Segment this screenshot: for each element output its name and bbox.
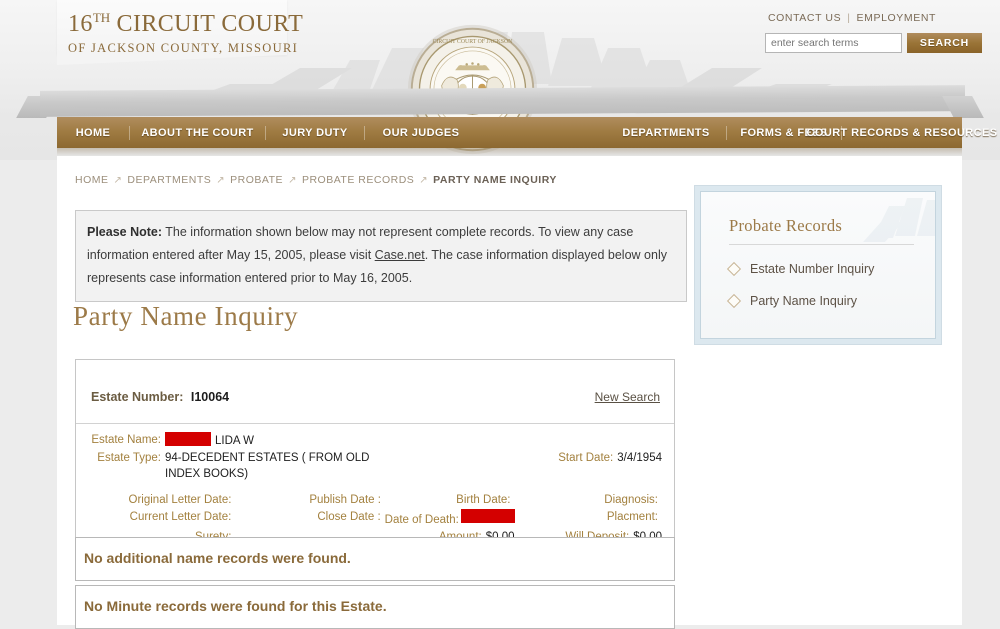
start-date-label: Start Date: bbox=[558, 452, 614, 464]
logo-title-rest: CIRCUIT COURT bbox=[110, 11, 304, 37]
estate-details: Estate Name: LIDA W Estate Type: 94-DECE… bbox=[76, 424, 674, 552]
nav-item-home[interactable]: HOME bbox=[57, 117, 129, 148]
birth-date-label: Birth Date: bbox=[456, 494, 511, 506]
breadcrumb: HOME ↗ DEPARTMENTS ↗ PROBATE ↗ PROBATE RECORDS… bbox=[75, 174, 557, 186]
svg-text:CIRCUIT COURT OF JACKSON: CIRCUIT COURT OF JACKSON bbox=[433, 39, 514, 45]
sidebar-link-estate-number-inquiry[interactable]: Estate Number Inquiry bbox=[750, 262, 874, 276]
main-content: HOME ↗ DEPARTMENTS ↗ PROBATE ↗ PROBATE RECORDS… bbox=[57, 156, 962, 629]
nav-link-our-judges[interactable]: OUR JUDGES bbox=[383, 127, 460, 139]
diamond-bullet-icon bbox=[726, 293, 742, 309]
breadcrumb-arrow-icon: ↗ bbox=[288, 175, 297, 186]
nav-item-jury-duty[interactable]: JURY DUTY bbox=[266, 117, 364, 148]
page-title: Party Name Inquiry bbox=[73, 301, 299, 331]
detail-row-estate-type: Estate Type: 94-DECEDENT ESTATES ( FROM … bbox=[76, 450, 674, 482]
estate-type-value: 94-DECEDENT ESTATES ( FROM OLD INDEX BOO… bbox=[165, 452, 370, 480]
sidebar-card-inner: Probate Records Estate Number Inquiry Pa… bbox=[700, 191, 936, 339]
logo-number: 16 bbox=[68, 11, 93, 37]
contact-us-link[interactable]: CONTACT US bbox=[768, 12, 841, 24]
estate-name-label: Estate Name: bbox=[91, 434, 161, 446]
utility-separator: | bbox=[847, 12, 851, 24]
nav-link-court-records-and-resources[interactable]: COURT RECORDS & RESOURCES bbox=[807, 127, 998, 139]
main-navigation: HOME ABOUT THE COURT JURY DUTY OUR JUDGE… bbox=[57, 117, 998, 148]
estate-name-value-wrap: LIDA W bbox=[165, 432, 254, 449]
no-name-records-message: No additional name records were found. bbox=[84, 550, 351, 566]
breadcrumb-item-current: PARTY NAME INQUIRY bbox=[433, 174, 557, 186]
breadcrumb-item-probate-records[interactable]: PROBATE RECORDS bbox=[302, 174, 414, 186]
no-minute-records-message: No Minute records were found for this Es… bbox=[84, 598, 387, 614]
utility-links: CONTACT US | EMPLOYMENT bbox=[722, 0, 982, 24]
start-date-value: 3/4/1954 bbox=[617, 452, 662, 464]
breadcrumb-arrow-icon: ↗ bbox=[216, 175, 226, 186]
detail-row-current-close-death-placment: Current Letter Date: Close Date : Date o… bbox=[76, 509, 674, 528]
detail-row-letter-publish-birth-diagnosis: Original Letter Date: Publish Date : Bir… bbox=[76, 492, 674, 508]
estate-number-display: Estate Number: I10064 bbox=[91, 390, 229, 404]
sidebar-link-party-name-inquiry[interactable]: Party Name Inquiry bbox=[750, 294, 857, 308]
nav-link-home[interactable]: HOME bbox=[76, 127, 111, 139]
breadcrumb-item-probate[interactable]: PROBATE bbox=[230, 174, 283, 186]
placment-label: Placment: bbox=[606, 511, 658, 523]
header-gray-banner bbox=[40, 85, 965, 117]
logo-ordinal-suffix: TH bbox=[92, 10, 111, 25]
case-net-link[interactable]: Case.net bbox=[375, 248, 425, 262]
breadcrumb-item-departments[interactable]: DEPARTMENTS bbox=[127, 174, 211, 186]
redaction-block-estate-name bbox=[165, 432, 211, 446]
estate-number-label: Estate Number: bbox=[91, 390, 184, 404]
page-root: CIRCUIT COURT OF JACKSON 16TH CIRCUIT CO… bbox=[0, 0, 1000, 629]
nav-item-our-judges[interactable]: OUR JUDGES bbox=[365, 117, 477, 148]
date-of-death-label: Date of Death: bbox=[384, 514, 459, 526]
close-date-label: Close Date : bbox=[317, 511, 381, 523]
site-logo[interactable]: 16TH CIRCUIT COURT OF JACKSON COUNTY, MI… bbox=[68, 10, 303, 56]
publish-date-label: Publish Date : bbox=[309, 494, 381, 506]
nav-shadow bbox=[57, 148, 962, 156]
current-letter-date-label: Current Letter Date: bbox=[129, 511, 232, 523]
nav-link-departments[interactable]: DEPARTMENTS bbox=[622, 127, 709, 139]
estate-type-label: Estate Type: bbox=[97, 452, 161, 464]
original-letter-date-label: Original Letter Date: bbox=[128, 494, 232, 506]
redaction-block-date-of-death bbox=[460, 509, 515, 523]
estate-name-value: LIDA W bbox=[215, 435, 254, 447]
search-input[interactable] bbox=[765, 33, 902, 53]
detail-row-estate-name: Estate Name: LIDA W bbox=[76, 432, 674, 449]
estate-number-value: I10064 bbox=[190, 390, 230, 404]
nav-link-jury-duty[interactable]: JURY DUTY bbox=[282, 127, 347, 139]
breadcrumb-item-home[interactable]: HOME bbox=[75, 174, 109, 186]
nav-link-about-the-court[interactable]: ABOUT THE COURT bbox=[141, 127, 253, 139]
logo-subtitle: OF JACKSON COUNTY, MISSOURI bbox=[68, 41, 299, 55]
sidebar-divider bbox=[729, 244, 914, 245]
results-panel: Estate Number: I10064 New Search Estate … bbox=[75, 359, 675, 553]
employment-link[interactable]: EMPLOYMENT bbox=[857, 12, 937, 24]
please-note-box: Please Note: The information shown below… bbox=[75, 210, 687, 302]
results-panel-header: Estate Number: I10064 New Search bbox=[76, 360, 674, 424]
no-minute-records-box: No Minute records were found for this Es… bbox=[75, 585, 675, 629]
logo-title-line: 16TH CIRCUIT COURT bbox=[68, 10, 303, 38]
search-button[interactable]: SEARCH bbox=[907, 33, 982, 53]
no-name-records-box: No additional name records were found. bbox=[75, 537, 675, 581]
search-form: SEARCH bbox=[722, 33, 982, 53]
new-search-link[interactable]: New Search bbox=[595, 390, 660, 404]
sidebar-watermark-icon bbox=[863, 198, 935, 242]
sidebar-item-estate-number-inquiry[interactable]: Estate Number Inquiry bbox=[726, 261, 874, 277]
nav-item-about-the-court[interactable]: ABOUT THE COURT bbox=[130, 117, 265, 148]
nav-item-departments[interactable]: DEPARTMENTS bbox=[606, 117, 726, 148]
breadcrumb-arrow-icon: ↗ bbox=[419, 175, 429, 186]
utility-area: CONTACT US | EMPLOYMENT SEARCH bbox=[722, 0, 982, 53]
diamond-bullet-icon bbox=[726, 261, 742, 277]
sidebar-title: Probate Records bbox=[729, 216, 843, 235]
sidebar-item-party-name-inquiry[interactable]: Party Name Inquiry bbox=[726, 293, 857, 309]
diagnosis-label: Diagnosis: bbox=[604, 494, 658, 506]
sidebar-card: Probate Records Estate Number Inquiry Pa… bbox=[694, 185, 942, 345]
breadcrumb-arrow-icon: ↗ bbox=[113, 175, 123, 186]
nav-item-court-records-and-resources[interactable]: COURT RECORDS & RESOURCES bbox=[807, 117, 998, 148]
note-bold-prefix: Please Note: bbox=[87, 225, 163, 239]
